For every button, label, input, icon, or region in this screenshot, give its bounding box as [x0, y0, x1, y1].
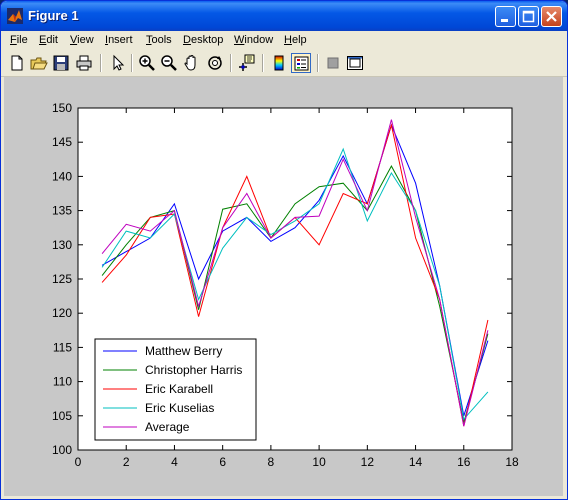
- pan-hand-icon: [184, 54, 196, 71]
- legend-icon: [294, 56, 309, 71]
- menu-desktop[interactable]: Desktop: [183, 34, 223, 46]
- x-tick-label: 6: [219, 455, 226, 469]
- show-plot-tools-button[interactable]: [345, 53, 365, 73]
- toolbar-separator: [100, 54, 102, 72]
- rotate-3d-button[interactable]: [205, 53, 225, 73]
- line-chart: 0 2 4 6 8 10 12 14 16 18 100 105 110 115 120 125 130 135…: [52, 101, 519, 469]
- y-tick-label: 145: [52, 135, 72, 149]
- x-tick-label: 14: [409, 455, 423, 469]
- title-bar[interactable]: Figure 1: [1, 1, 567, 31]
- show-plot-tools-icon: [347, 56, 363, 70]
- y-tick-label: 120: [52, 306, 72, 320]
- x-tick-label: 16: [457, 455, 471, 469]
- print-icon: [76, 55, 92, 71]
- y-tick-label: 130: [52, 238, 72, 252]
- x-tick-label: 12: [361, 455, 375, 469]
- figure-window: Figure 1 File Edit View Insert Tools Des…: [0, 0, 568, 500]
- y-tick-label: 140: [52, 169, 72, 183]
- menu-insert[interactable]: Insert: [105, 34, 133, 46]
- data-cursor-button[interactable]: [237, 53, 257, 73]
- x-tick-label: 2: [123, 455, 130, 469]
- edit-plot-arrow-icon: [113, 54, 125, 71]
- legend-entry-average: Average: [145, 420, 190, 434]
- save-icon: [53, 55, 69, 71]
- x-tick-label: 4: [171, 455, 178, 469]
- y-tick-label: 105: [52, 409, 72, 423]
- y-tick-label: 100: [52, 443, 72, 457]
- menu-view[interactable]: View: [70, 34, 94, 46]
- open-file-icon: [30, 57, 48, 70]
- data-cursor-icon: [239, 54, 255, 71]
- legend-entry-matthew-berry: Matthew Berry: [145, 344, 222, 358]
- new-figure-button[interactable]: [7, 53, 27, 73]
- y-tick-label: 150: [52, 101, 72, 115]
- close-button[interactable]: [541, 6, 562, 27]
- legend[interactable]: Matthew Berry Christopher Harris Eric Kara…: [94, 338, 257, 441]
- print-button[interactable]: [74, 53, 94, 73]
- figure-toolbar: [1, 50, 567, 77]
- open-file-button[interactable]: [29, 53, 49, 73]
- y-tick-label: 135: [52, 204, 72, 218]
- x-tick-label: 10: [312, 455, 326, 469]
- toolbar-separator: [230, 54, 232, 72]
- minimize-icon: [501, 19, 508, 22]
- x-tick-label: 0: [75, 455, 82, 469]
- y-tick-label: 110: [53, 375, 72, 389]
- new-figure-icon: [11, 55, 23, 71]
- zoom-out-button[interactable]: [159, 53, 179, 73]
- menu-help[interactable]: Help: [284, 34, 307, 46]
- pan-button[interactable]: [182, 53, 202, 73]
- hide-plot-tools-button[interactable]: [323, 53, 343, 73]
- menu-window[interactable]: Window: [234, 34, 273, 46]
- menu-tools[interactable]: Tools: [146, 34, 172, 46]
- toolbar-separator: [262, 54, 264, 72]
- zoom-out-icon: [161, 55, 177, 71]
- save-button[interactable]: [51, 53, 71, 73]
- legend-entry-eric-karabell: Eric Karabell: [145, 382, 213, 396]
- edit-plot-button[interactable]: [107, 53, 127, 73]
- colorbar-icon: [274, 55, 284, 71]
- toolbar-separator: [317, 54, 319, 72]
- legend-entry-christopher-harris: Christopher Harris: [145, 363, 242, 377]
- menu-bar: File Edit View Insert Tools Desktop Wind…: [1, 31, 567, 50]
- window-title: Figure 1: [28, 8, 79, 23]
- hide-plot-tools-icon: [327, 57, 339, 69]
- zoom-in-icon: [139, 55, 155, 71]
- x-tick-label: 8: [268, 455, 275, 469]
- minimize-button[interactable]: [495, 6, 516, 27]
- rotate-3d-icon: [208, 56, 222, 70]
- insert-legend-button[interactable]: [291, 53, 311, 73]
- menu-edit[interactable]: Edit: [39, 34, 58, 46]
- figure-canvas: 0 2 4 6 8 10 12 14 16 18 100 105 110 115 120 125 130 135…: [4, 77, 563, 496]
- zoom-in-button[interactable]: [137, 53, 157, 73]
- maximize-button[interactable]: [518, 6, 539, 27]
- toolbar-separator: [131, 54, 133, 72]
- insert-colorbar-button[interactable]: [269, 53, 289, 73]
- legend-entry-eric-kuselias: Eric Kuselias: [145, 401, 214, 415]
- matlab-icon: [7, 8, 23, 24]
- menu-file[interactable]: File: [10, 34, 28, 46]
- y-tick-label: 125: [52, 272, 72, 286]
- x-tick-label: 18: [505, 455, 519, 469]
- close-icon: [546, 11, 557, 22]
- maximize-icon: [522, 10, 535, 23]
- y-tick-label: 115: [53, 340, 72, 354]
